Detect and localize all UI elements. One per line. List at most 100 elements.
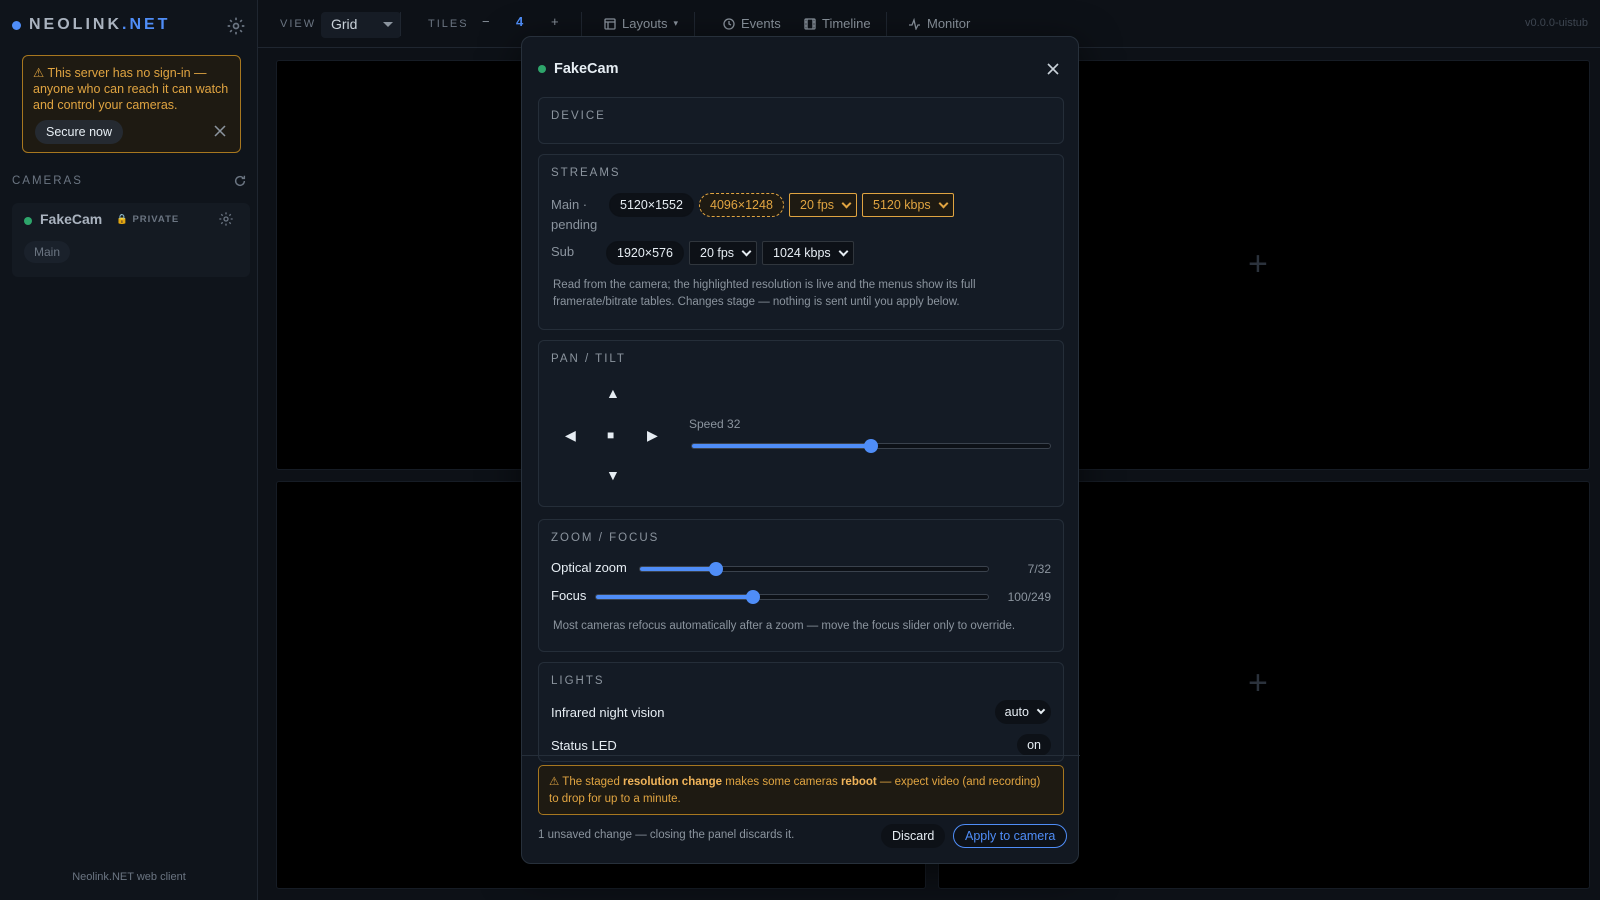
refresh-icon[interactable]	[233, 174, 247, 188]
reboot-warning-prefix: ⚠ The staged	[549, 776, 624, 788]
main-stream-label: Main · pending	[551, 197, 598, 232]
tiles-decrease-button[interactable]: −	[482, 14, 490, 29]
infrared-select[interactable]: auto	[994, 700, 1051, 724]
optical-zoom-label: Optical zoom	[551, 560, 627, 575]
sub-bitrate-select[interactable]: 1024 kbps	[762, 241, 854, 265]
camera-settings-gear-icon[interactable]	[218, 211, 234, 227]
pan-left-icon[interactable]: ◀	[565, 427, 576, 444]
pan-stop-icon[interactable]: ■	[607, 428, 614, 442]
view-label: VIEW	[280, 18, 317, 30]
brand-logo: NEOLINK .NET	[12, 16, 170, 34]
device-section-title: DEVICE	[551, 110, 606, 122]
pan-right-icon[interactable]: ▶	[647, 427, 658, 444]
chevron-down-icon	[383, 22, 393, 27]
speed-slider-thumb[interactable]	[864, 439, 878, 453]
sub-stream-label: Sub	[551, 244, 575, 259]
pulse-icon	[909, 17, 920, 30]
add-camera-icon[interactable]: +	[1248, 664, 1268, 703]
sub-fps-value: 20 fps	[700, 246, 735, 260]
cameras-section-label: CAMERAS	[12, 175, 83, 187]
settings-gear-icon[interactable]	[226, 16, 246, 36]
monitor-button[interactable]: Monitor	[908, 16, 970, 31]
speed-slider[interactable]	[691, 439, 1051, 453]
focus-label: Focus	[551, 588, 587, 603]
streams-section-title: STREAMS	[551, 167, 621, 179]
main-resolution-live[interactable]: 5120×1552	[609, 193, 694, 217]
chevron-down-icon: ▾	[673, 18, 679, 28]
unsaved-changes-text: 1 unsaved change — closing the panel dis…	[538, 829, 795, 841]
brand-dot-icon	[12, 20, 21, 30]
monitor-label: Monitor	[927, 16, 971, 31]
tiles-increase-button[interactable]: +	[551, 14, 559, 29]
secure-now-button[interactable]: Secure now	[35, 120, 124, 144]
pan-down-icon[interactable]: ▼	[606, 467, 620, 483]
layouts-label: Layouts	[622, 16, 668, 31]
timeline-button[interactable]: Timeline	[804, 16, 871, 31]
view-select[interactable]: Grid	[321, 12, 401, 38]
main-fps-value: 20 fps	[800, 198, 835, 212]
tiles-label: TILES	[428, 18, 469, 30]
focus-value: 100/249	[1007, 590, 1051, 604]
streams-section: STREAMS Main · pending 5120×1552 4096×12…	[538, 154, 1064, 330]
divider	[400, 12, 401, 36]
zoom-slider-thumb[interactable]	[709, 562, 724, 576]
sub-fps-select[interactable]: 20 fps	[689, 241, 758, 265]
panel-header: FakeCam	[538, 61, 618, 77]
footer-divider	[522, 755, 1080, 756]
streams-note: Read from the camera; the highlighted re…	[553, 279, 976, 308]
private-badge: 🔒 PRIVATE	[116, 214, 180, 225]
optical-zoom-slider[interactable]	[639, 562, 989, 576]
panel-title: FakeCam	[554, 61, 619, 77]
main-fps-select[interactable]: 20 fps	[789, 193, 858, 217]
camera-name: FakeCam	[40, 211, 103, 227]
status-led-toggle[interactable]: on	[1017, 734, 1051, 756]
layouts-menu[interactable]: Layouts ▾	[604, 16, 678, 31]
main-bitrate-value: 5120 kbps	[873, 198, 931, 212]
close-icon[interactable]	[1046, 62, 1060, 76]
tiles-count: 4	[516, 14, 524, 29]
divider	[886, 12, 887, 36]
pan-tilt-section: PAN / TILT ▲ ◀ ■ ▶ ▼ Speed 32	[538, 340, 1064, 507]
zoom-focus-note: Most cameras refocus automatically after…	[553, 620, 1016, 632]
sidebar: NEOLINK .NET ⚠ This server has no sign-i…	[0, 0, 258, 900]
zoom-focus-section: ZOOM / FOCUS Optical zoom 7/32 Focus 100…	[538, 519, 1064, 652]
add-camera-icon[interactable]: +	[1248, 245, 1268, 284]
layouts-icon	[604, 17, 616, 30]
infrared-label: Infrared night vision	[551, 705, 665, 720]
version-label: v0.0.0-uistub	[1525, 17, 1588, 29]
reboot-warning-bold-2: reboot	[840, 776, 877, 788]
brand-suffix: .NET	[122, 16, 171, 33]
sub-bitrate-value: 1024 kbps	[773, 246, 831, 260]
chevron-down-icon	[838, 246, 849, 257]
warning-icon: ⚠	[33, 66, 45, 80]
main-bitrate-select[interactable]: 5120 kbps	[862, 193, 954, 217]
focus-slider-fill	[596, 595, 754, 599]
reboot-warning: ⚠ The staged resolution change makes som…	[538, 765, 1064, 815]
divider	[694, 12, 695, 36]
chevron-down-icon	[841, 198, 852, 209]
discard-button[interactable]: Discard	[881, 824, 946, 848]
close-icon[interactable]	[213, 124, 227, 138]
camera-settings-panel: FakeCam DEVICE STREAMS Main · pending 51…	[521, 36, 1080, 864]
pan-tilt-section-title: PAN / TILT	[551, 353, 626, 365]
sub-resolution-live[interactable]: 1920×576	[606, 241, 684, 265]
main-stream-chip[interactable]: Main	[24, 241, 71, 263]
events-label: Events	[741, 16, 781, 31]
main-resolution-staged[interactable]: 4096×1248	[699, 193, 784, 217]
timeline-label: Timeline	[822, 16, 871, 31]
focus-slider-thumb[interactable]	[746, 590, 761, 604]
reboot-warning-bold-1: resolution change	[623, 776, 723, 788]
sidebar-footer: Neolink.NET web client	[72, 871, 186, 883]
no-signin-warning: ⚠ This server has no sign-in — anyone wh…	[22, 55, 241, 153]
camera-list-item[interactable]: FakeCam 🔒 PRIVATE Main	[12, 203, 250, 277]
optical-zoom-value: 7/32	[1027, 562, 1051, 576]
view-select-value: Grid	[331, 16, 358, 32]
pan-up-icon[interactable]: ▲	[606, 385, 620, 401]
lights-section: LIGHTS Infrared night vision auto Status…	[538, 662, 1064, 762]
focus-slider[interactable]	[595, 590, 989, 604]
events-button[interactable]: Events	[723, 16, 781, 31]
speed-label: Speed 32	[689, 417, 741, 431]
online-status-dot	[538, 65, 546, 73]
reboot-warning-mid: makes some cameras	[722, 776, 841, 788]
apply-to-camera-button[interactable]: Apply to camera	[953, 824, 1068, 848]
